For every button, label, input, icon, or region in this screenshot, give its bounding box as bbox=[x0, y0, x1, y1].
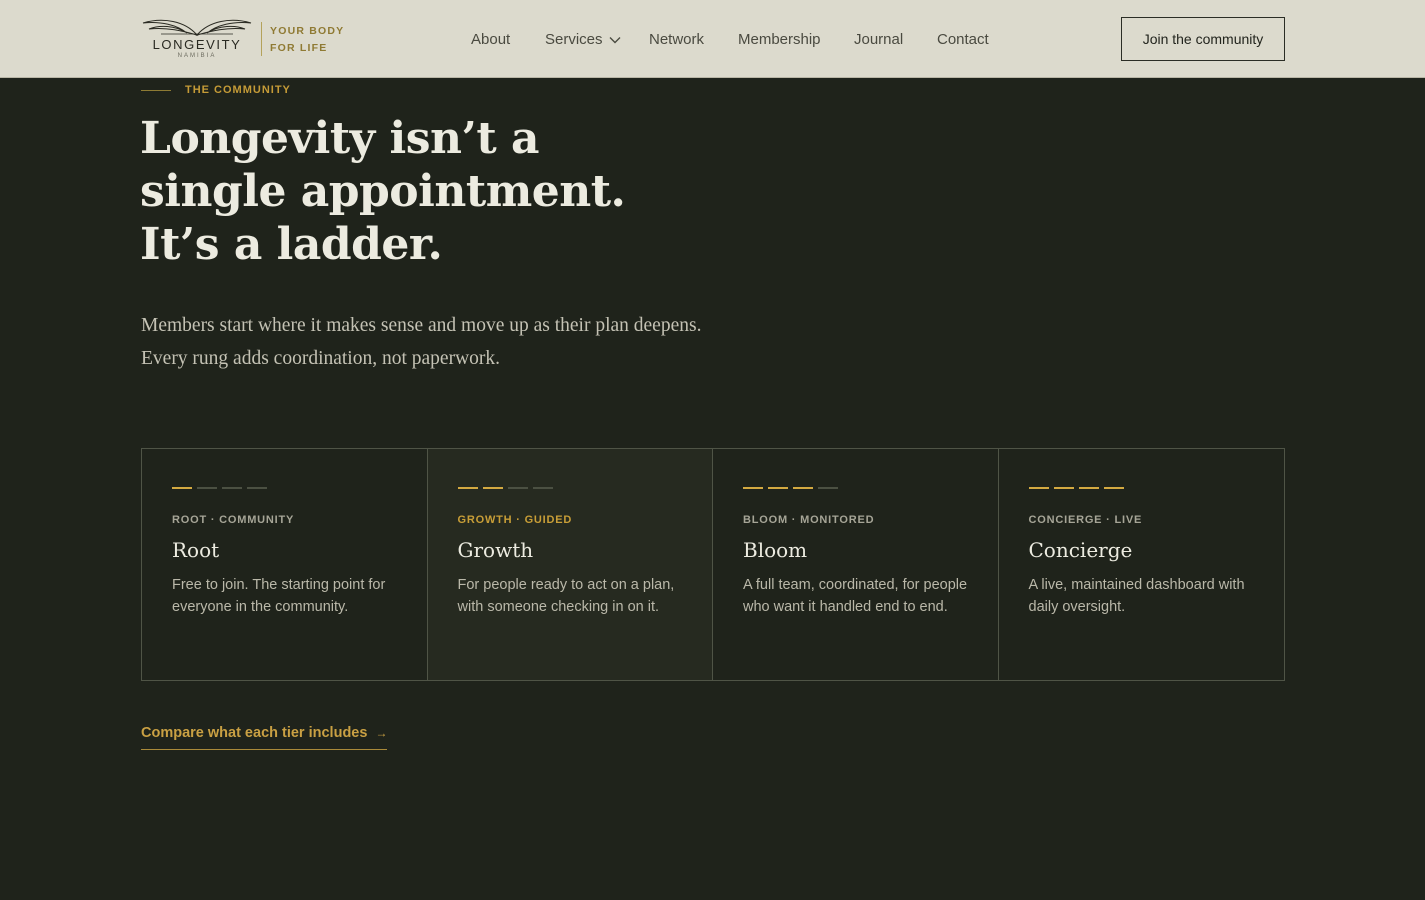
logo-subtitle: NAMIBIA bbox=[177, 53, 217, 59]
rung bbox=[482, 487, 503, 489]
tier-description: A full team, coordinated, for people who… bbox=[743, 577, 968, 615]
hero-headline: Longevity isn’t a single appointment. It… bbox=[140, 112, 780, 271]
tier-tag: BLOOM · MONITORED bbox=[743, 514, 875, 526]
tier-card-bloom[interactable]: BLOOM · MONITORED Bloom A full team, coo… bbox=[713, 449, 999, 680]
rung bbox=[172, 487, 192, 489]
tier-tag: CONCIERGE · LIVE bbox=[1028, 514, 1143, 526]
tier-level-indicator bbox=[1028, 487, 1124, 489]
subtitle-line-1: Members start where it makes sense and m… bbox=[141, 315, 702, 336]
section-eyebrow: THE COMMUNITY bbox=[185, 84, 291, 96]
tier-ladder: ROOT · COMMUNITY Root Free to join. The … bbox=[141, 448, 1285, 681]
wings-icon bbox=[142, 19, 252, 36]
nav-journal[interactable]: Journal bbox=[854, 31, 903, 48]
rung bbox=[768, 487, 788, 489]
tier-name: Root bbox=[172, 538, 220, 562]
tier-name: Growth bbox=[457, 538, 534, 562]
eyebrow-rule bbox=[141, 90, 171, 91]
compare-tiers-link[interactable]: Compare what each tier includes → bbox=[141, 725, 388, 750]
site-header: LONGEVITY NAMIBIA YOUR BODY FOR LIFE Abo… bbox=[0, 0, 1425, 78]
rung bbox=[222, 487, 242, 489]
rung bbox=[1053, 487, 1074, 489]
tagline-line-2: FOR LIFE bbox=[270, 42, 328, 54]
tier-card-growth[interactable]: GROWTH · GUIDED Growth For people ready … bbox=[427, 449, 713, 680]
tier-tag: ROOT · COMMUNITY bbox=[172, 514, 295, 526]
headline-line-2: single appointment. bbox=[140, 166, 626, 217]
tagline: YOUR BODY FOR LIFE bbox=[270, 23, 344, 57]
rung bbox=[1103, 487, 1124, 489]
hero-subtitle: Members start where it makes sense and m… bbox=[141, 309, 841, 375]
logo-divider bbox=[261, 22, 262, 56]
subtitle-line-2: Every rung adds coordination, not paperw… bbox=[141, 348, 501, 369]
tier-card-root[interactable]: ROOT · COMMUNITY Root Free to join. The … bbox=[142, 449, 428, 680]
join-community-button[interactable]: Join the community bbox=[1121, 17, 1285, 61]
compare-tiers-label: Compare what each tier includes bbox=[141, 725, 368, 741]
tier-tag: GROWTH · GUIDED bbox=[457, 514, 573, 526]
logo-wordmark: LONGEVITY bbox=[152, 37, 242, 52]
tier-level-indicator bbox=[743, 487, 838, 489]
rung bbox=[457, 487, 478, 489]
chevron-down-icon bbox=[609, 36, 621, 43]
rung bbox=[1028, 487, 1049, 489]
nav-services-label: Services bbox=[545, 31, 603, 48]
rung bbox=[818, 487, 838, 489]
tier-description: Free to join. The starting point for eve… bbox=[172, 577, 386, 615]
headline-line-3: It’s a ladder. bbox=[140, 219, 443, 270]
arrow-right-icon: → bbox=[375, 726, 388, 740]
rung bbox=[532, 487, 553, 489]
nav-about[interactable]: About bbox=[471, 31, 510, 48]
tier-level-indicator bbox=[457, 487, 553, 489]
tier-card-concierge[interactable]: CONCIERGE · LIVE Concierge A live, maint… bbox=[999, 449, 1285, 680]
rung bbox=[247, 487, 267, 489]
nav-services[interactable]: Services bbox=[545, 31, 621, 48]
rung bbox=[1078, 487, 1099, 489]
tier-level-indicator bbox=[172, 487, 267, 489]
rung bbox=[197, 487, 217, 489]
logo[interactable]: LONGEVITY NAMIBIA bbox=[141, 15, 256, 63]
tier-description: A live, maintained dashboard with daily … bbox=[1028, 577, 1245, 615]
tagline-line-1: YOUR BODY bbox=[270, 25, 345, 37]
tier-description: For people ready to act on a plan, with … bbox=[457, 577, 675, 615]
nav-membership[interactable]: Membership bbox=[738, 31, 821, 48]
rung bbox=[507, 487, 528, 489]
nav-contact[interactable]: Contact bbox=[937, 31, 989, 48]
tier-name: Concierge bbox=[1028, 538, 1133, 562]
rung bbox=[743, 487, 763, 489]
tier-name: Bloom bbox=[743, 538, 808, 562]
headline-line-1: Longevity isn’t a bbox=[140, 113, 539, 164]
rung bbox=[793, 487, 813, 489]
nav-network[interactable]: Network bbox=[649, 31, 704, 48]
